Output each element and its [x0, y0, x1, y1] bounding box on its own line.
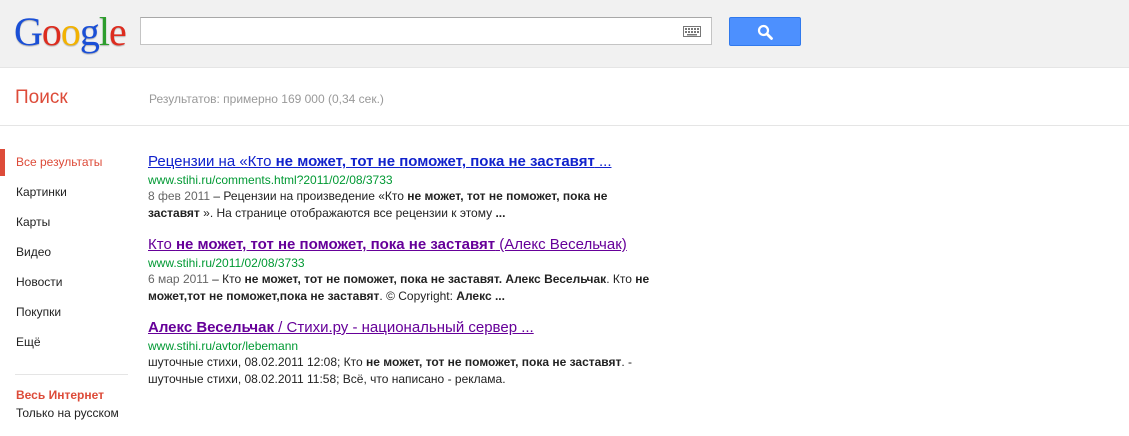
snippet-highlight: Алекс ... [456, 289, 505, 303]
sidebar-item-news[interactable]: Новости [0, 269, 135, 299]
result-item: Алекс Весельчак / Стихи.ру - национальны… [148, 318, 668, 388]
logo-letter: g [79, 9, 100, 54]
result-title-link[interactable]: Алекс Весельчак / Стихи.ру - национальны… [148, 318, 658, 338]
search-icon [757, 24, 773, 40]
sidebar-item-all[interactable]: Все результаты [0, 149, 135, 179]
logo-letter: G [14, 9, 43, 54]
logo-letter: e [109, 9, 127, 54]
snippet-text: – Кто [208, 272, 245, 286]
result-item: Кто не может, тот не поможет, пока не за… [148, 235, 668, 305]
result-url[interactable]: www.stihi.ru/comments.html?2011/02/08/37… [148, 172, 668, 188]
title-highlight: Алекс Весельчак [148, 319, 274, 336]
snippet-highlight: не может, тот не поможет, пока не застав… [366, 355, 622, 369]
result-title-link[interactable]: Кто не может, тот не поможет, пока не за… [148, 235, 658, 255]
result-stats: Результатов: примерно 169 000 (0,34 сек.… [149, 92, 384, 106]
logo-letter: l [98, 9, 110, 54]
result-date: 8 фев 2011 [148, 189, 211, 203]
title-part: ... [594, 153, 612, 170]
result-title-link[interactable]: Рецензии на «Кто не может, тот не поможе… [148, 152, 658, 172]
title-part: Кто [148, 236, 176, 253]
sidebar-item-more[interactable]: Ещё [0, 329, 135, 359]
title-part: / Стихи.ру - национальный сервер ... [273, 319, 534, 336]
result-url[interactable]: www.stihi.ru/avtor/lebemann [148, 338, 668, 354]
result-item: Рецензии на «Кто не может, тот не поможе… [148, 152, 668, 222]
result-snippet: шуточные стихи, 08.02.2011 12:08; Кто не… [148, 354, 660, 388]
title-part: Рецензии на «Кто [148, 153, 276, 170]
snippet-text: . Кто [606, 272, 636, 286]
sidebar-item-maps[interactable]: Карты [0, 209, 135, 239]
google-logo[interactable]: Google [14, 8, 127, 56]
section-title: Поиск [15, 87, 68, 108]
subheader: Поиск Результатов: примерно 169 000 (0,3… [0, 68, 1129, 126]
results-list: Рецензии на «Кто не может, тот не поможе… [148, 152, 668, 401]
search-input[interactable] [141, 18, 671, 44]
result-url[interactable]: www.stihi.ru/2011/02/08/3733 [148, 255, 668, 271]
title-part: (Алекс Весельчак) [495, 236, 627, 253]
title-highlight: не может, тот не поможет, пока не застав… [175, 236, 496, 253]
search-button[interactable] [729, 17, 801, 46]
snippet-text: – Рецензии на произведение «Кто [210, 189, 408, 203]
snippet-text: . © Copyright: [379, 289, 457, 303]
sidebar-divider [15, 374, 128, 375]
snippet-text: шуточные стихи, 08.02.2011 12:08; Кто [148, 355, 367, 369]
result-date: 6 мар 2011 [148, 272, 209, 286]
sidebar: Все результаты Картинки Карты Видео Ново… [0, 149, 135, 420]
filter-whole-web: Весь Интернет [16, 388, 104, 402]
snippet-text: ». На странице отображаются все рецензии… [199, 206, 496, 220]
sidebar-item-shopping[interactable]: Покупки [0, 299, 135, 329]
sidebar-item-video[interactable]: Видео [0, 239, 135, 269]
snippet-highlight: ... [495, 206, 506, 220]
keyboard-icon[interactable] [683, 26, 701, 37]
search-box [140, 17, 712, 45]
sidebar-item-images[interactable]: Картинки [0, 179, 135, 209]
result-snippet: 8 фев 2011 – Рецензии на произведение «К… [148, 188, 660, 222]
result-snippet: 6 мар 2011 – Кто не может, тот не поможе… [148, 271, 660, 305]
filter-russian-only[interactable]: Только на русском [16, 406, 126, 421]
header-bar: Google [0, 0, 1129, 68]
logo-letter: o [41, 9, 62, 54]
title-highlight: не может, тот не поможет, пока не застав… [275, 153, 595, 170]
logo-letter: o [60, 9, 81, 54]
snippet-highlight: не может, тот не поможет, пока не застав… [244, 272, 607, 286]
